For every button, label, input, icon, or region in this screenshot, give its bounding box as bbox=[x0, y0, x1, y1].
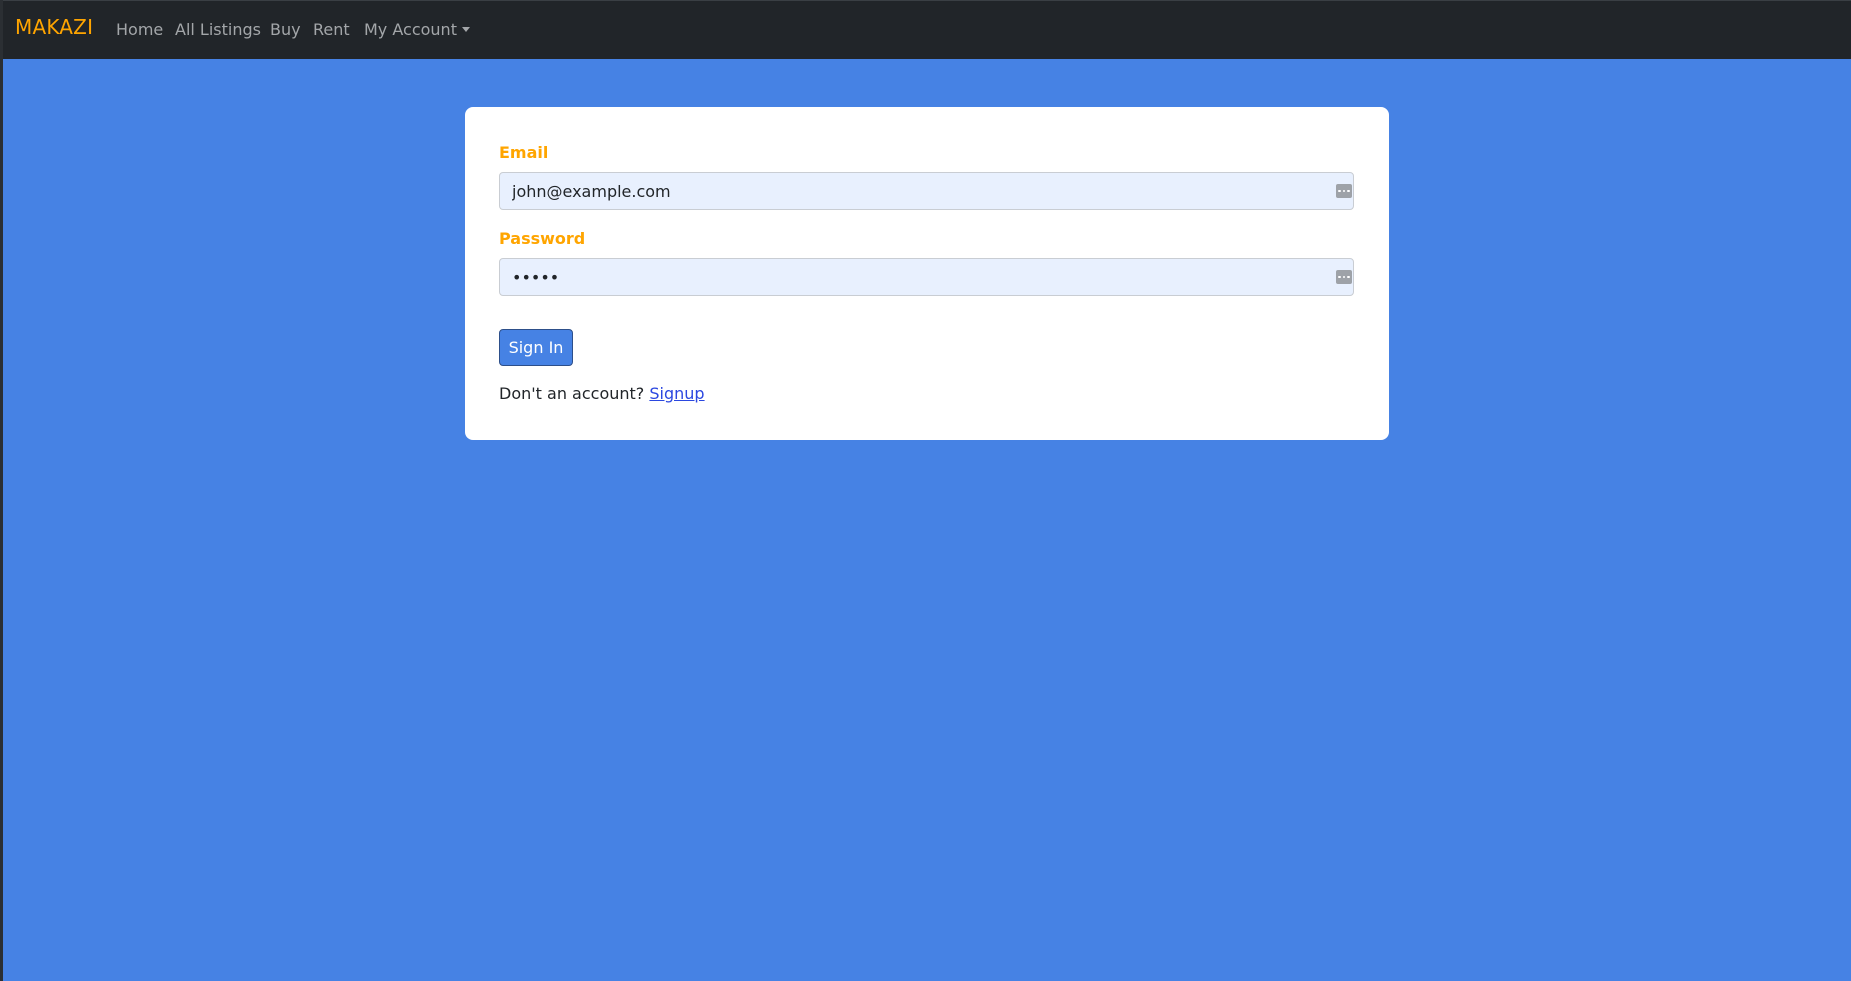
nav-link-all-listings[interactable]: All Listings bbox=[175, 20, 261, 39]
brand-logo[interactable]: MAKAZI bbox=[15, 15, 93, 39]
password-manager-icon[interactable] bbox=[1336, 184, 1352, 198]
nav-link-buy[interactable]: Buy bbox=[270, 20, 301, 39]
top-navbar: MAKAZI Home All Listings Buy Rent My Acc… bbox=[3, 0, 1851, 59]
caret-down-icon bbox=[461, 27, 470, 32]
nav-dropdown-my-account[interactable]: My Account bbox=[364, 20, 470, 39]
email-label: Email bbox=[499, 143, 549, 162]
nav-link-rent[interactable]: Rent bbox=[313, 20, 350, 39]
password-manager-icon[interactable] bbox=[1336, 270, 1352, 284]
password-field-wrapper bbox=[499, 258, 1354, 296]
email-field-wrapper bbox=[499, 172, 1354, 210]
nav-link-home[interactable]: Home bbox=[116, 20, 163, 39]
signup-link[interactable]: Signup bbox=[649, 384, 704, 403]
window-edge bbox=[0, 0, 3, 981]
my-account-label: My Account bbox=[364, 20, 457, 39]
signup-prompt-text: Don't an account? bbox=[499, 384, 645, 403]
login-card: Email Password Sign In Don't an account?… bbox=[465, 107, 1389, 440]
sign-in-button[interactable]: Sign In bbox=[499, 329, 573, 366]
password-input[interactable] bbox=[500, 259, 1353, 295]
email-input[interactable] bbox=[500, 173, 1353, 209]
signup-prompt: Don't an account? Signup bbox=[499, 384, 705, 403]
password-label: Password bbox=[499, 229, 586, 248]
